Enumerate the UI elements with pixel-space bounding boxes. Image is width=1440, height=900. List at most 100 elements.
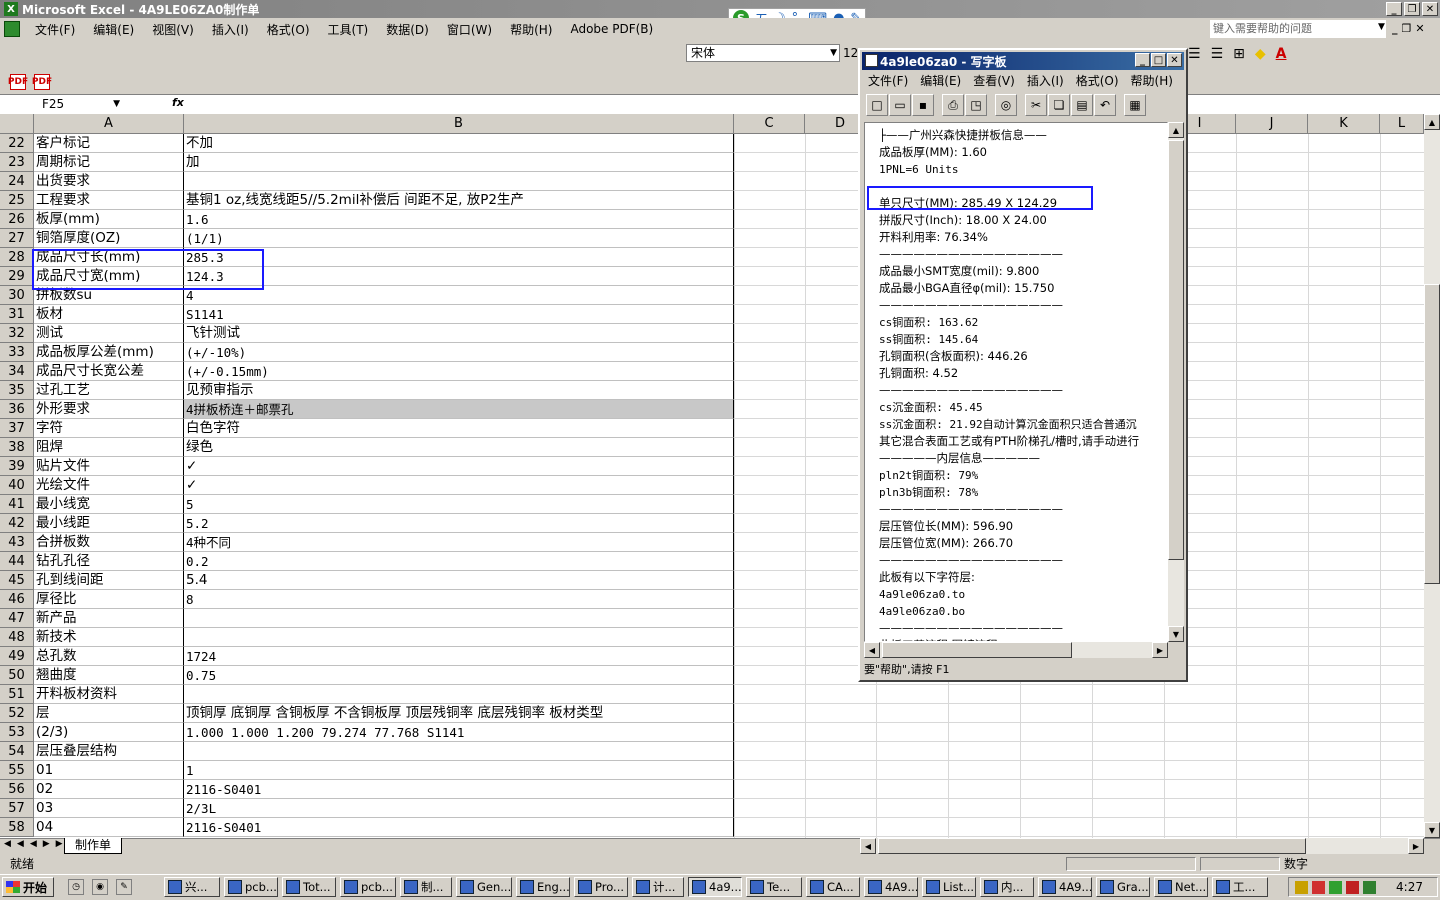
cell-b[interactable]: 4种不同 — [184, 533, 734, 552]
row-header[interactable]: 29 — [0, 267, 34, 286]
font-name-select[interactable]: 宋体 ▼ — [686, 44, 840, 62]
quicklaunch-icon[interactable]: ◷ — [68, 879, 84, 895]
taskbar-button[interactable]: 4A9... — [864, 877, 918, 897]
taskbar-button[interactable]: pcb... — [340, 877, 396, 897]
taskbar-button[interactable]: 工... — [1212, 877, 1268, 897]
row-header[interactable]: 57 — [0, 799, 34, 818]
row-header[interactable]: 30 — [0, 286, 34, 305]
wordpad-close-button[interactable]: ✕ — [1167, 53, 1182, 67]
cell-b[interactable]: 5.4 — [184, 571, 734, 590]
menu-item[interactable]: 数据(D) — [377, 21, 438, 38]
cell-a[interactable]: 贴片文件 — [34, 457, 184, 476]
tray-icon[interactable] — [1295, 880, 1308, 894]
pdf-convert-mail-icon[interactable]: PDF — [32, 74, 52, 90]
horizontal-scrollbar[interactable]: ◀ ▶ — [860, 838, 1424, 854]
row-header[interactable]: 31 — [0, 305, 34, 324]
row-header[interactable]: 44 — [0, 552, 34, 571]
cell-b[interactable]: (+/-0.15mm) — [184, 362, 734, 381]
wordpad-menu-item[interactable]: 文件(F) — [862, 72, 914, 89]
row-header[interactable]: 53 — [0, 723, 34, 742]
tray-icon[interactable] — [1329, 880, 1342, 894]
cell-a[interactable]: 成品板厚公差(mm) — [34, 343, 184, 362]
row-header[interactable]: 54 — [0, 742, 34, 761]
row-header[interactable]: 32 — [0, 324, 34, 343]
taskbar-button[interactable]: List... — [922, 877, 976, 897]
close-button[interactable]: ✕ — [1422, 2, 1438, 16]
cell-b[interactable] — [184, 609, 734, 628]
cell-a[interactable]: 新技术 — [34, 628, 184, 647]
new-icon[interactable]: □ — [866, 94, 888, 116]
taskbar-button[interactable]: Eng... — [516, 877, 570, 897]
row-header[interactable]: 38 — [0, 438, 34, 457]
cell-b[interactable]: 2116-S0401 — [184, 818, 734, 837]
scroll-down-icon[interactable]: ▼ — [1168, 626, 1184, 642]
taskbar-button[interactable]: 兴... — [164, 877, 220, 897]
row-header[interactable]: 37 — [0, 419, 34, 438]
cell-b[interactable]: 加 — [184, 153, 734, 172]
wordpad-menu-item[interactable]: 帮助(H) — [1125, 72, 1179, 89]
column-header[interactable]: K — [1308, 114, 1380, 134]
row-header[interactable]: 52 — [0, 704, 34, 723]
menu-item[interactable]: 文件(F) — [26, 21, 84, 38]
cell-a[interactable]: (2/3) — [34, 723, 184, 742]
wordpad-horizontal-scrollbar[interactable]: ◀ ▶ — [864, 642, 1168, 658]
cell-b[interactable]: S1141 — [184, 305, 734, 324]
taskbar-button[interactable]: Te... — [746, 877, 802, 897]
cell-b[interactable] — [184, 742, 734, 761]
taskbar-button[interactable]: 4a9... — [688, 877, 742, 897]
cell-b[interactable]: ✓ — [184, 476, 734, 495]
cell-a[interactable]: 最小线宽 — [34, 495, 184, 514]
cell-b[interactable]: (+/-10%) — [184, 343, 734, 362]
row-header[interactable]: 22 — [0, 134, 34, 153]
cell-b[interactable]: 5 — [184, 495, 734, 514]
cell-b[interactable]: (1/1) — [184, 229, 734, 248]
tray-icon[interactable] — [1312, 880, 1325, 894]
start-button[interactable]: 开始 — [2, 877, 54, 897]
row-header[interactable]: 49 — [0, 647, 34, 666]
cell-a[interactable]: 测试 — [34, 324, 184, 343]
clock[interactable]: 4:27 — [1396, 880, 1423, 894]
row-header[interactable]: 48 — [0, 628, 34, 647]
row-header[interactable]: 58 — [0, 818, 34, 837]
cell-a[interactable]: 光绘文件 — [34, 476, 184, 495]
hscroll-thumb[interactable] — [878, 838, 1306, 854]
taskbar-button[interactable]: pcb... — [224, 877, 278, 897]
row-header[interactable]: 47 — [0, 609, 34, 628]
menu-item[interactable]: 窗口(W) — [438, 21, 501, 38]
cell-a[interactable]: 层压叠层结构 — [34, 742, 184, 761]
cell-b[interactable]: 1724 — [184, 647, 734, 666]
cell-b[interactable]: 285.3 — [184, 248, 734, 267]
wordpad-maximize-button[interactable]: □ — [1151, 53, 1166, 67]
undo-icon[interactable]: ↶ — [1094, 94, 1116, 116]
menu-item[interactable]: 视图(V) — [143, 21, 203, 38]
taskbar-button[interactable]: 4A9... — [1038, 877, 1092, 897]
cell-b[interactable]: 4拼板桥连＋邮票孔 — [184, 400, 734, 419]
cell-a[interactable]: 孔到线间距 — [34, 571, 184, 590]
menu-item[interactable]: 格式(O) — [258, 21, 319, 38]
cell-a[interactable]: 外形要求 — [34, 400, 184, 419]
cell-a[interactable]: 最小线距 — [34, 514, 184, 533]
quicklaunch-icon[interactable]: ◉ — [92, 879, 108, 895]
cell-b[interactable]: 1.000 1.000 1.200 79.274 77.768 S1141 — [184, 723, 734, 742]
row-header[interactable]: 36 — [0, 400, 34, 419]
workbook-restore-button[interactable]: ❐ — [1402, 22, 1412, 35]
menu-item[interactable]: 编辑(E) — [84, 21, 143, 38]
menu-item[interactable]: 工具(T) — [319, 21, 378, 38]
scroll-up-icon[interactable]: ▲ — [1424, 114, 1440, 130]
worksheet-grid[interactable]: A B C D I J K L 22 客户标记 不加 23 周期标记加 24 出货要求 25 工程要求 基铜1 o… — [0, 114, 1440, 838]
print-icon[interactable]: ⎙ — [942, 94, 964, 116]
wordpad-vertical-scrollbar[interactable]: ▲ ▼ — [1168, 122, 1184, 642]
column-header[interactable]: L — [1380, 114, 1424, 134]
insert-function-icon[interactable]: fx — [172, 96, 184, 109]
print-preview-icon[interactable]: ◳ — [965, 94, 987, 116]
row-header[interactable]: 56 — [0, 780, 34, 799]
row-header[interactable]: 23 — [0, 153, 34, 172]
taskbar-button[interactable]: 制... — [400, 877, 452, 897]
copy-icon[interactable]: ❏ — [1048, 94, 1070, 116]
taskbar-button[interactable]: Pro... — [574, 877, 628, 897]
tray-icon[interactable] — [1363, 880, 1376, 894]
cell-b[interactable]: 124.3 — [184, 267, 734, 286]
cell-a[interactable]: 周期标记 — [34, 153, 184, 172]
select-all-corner[interactable] — [0, 114, 34, 134]
font-color-icon[interactable]: A — [1276, 46, 1287, 62]
